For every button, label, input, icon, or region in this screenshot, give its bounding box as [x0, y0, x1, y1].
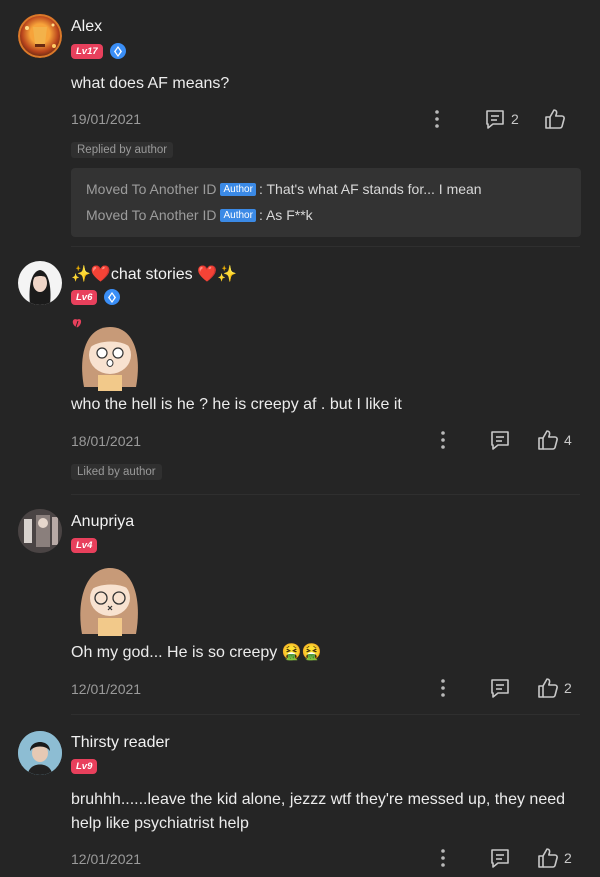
reply-preview-box[interactable]: Moved To Another ID Author : That's what…	[71, 168, 581, 237]
reply-text: : As F**k	[258, 207, 313, 223]
comment-text: bruhhh......leave the kid alone, jezzz w…	[71, 791, 566, 832]
more-vertical-icon[interactable]	[436, 430, 450, 450]
like-button[interactable]: 2	[536, 676, 572, 700]
avatar-photo-image	[18, 509, 62, 553]
avatar[interactable]	[18, 14, 62, 58]
replied-by-author-tag: Replied by author	[71, 142, 174, 158]
avatar-lantern-image	[18, 14, 62, 58]
verified-icon	[109, 43, 126, 59]
like-count: 4	[564, 432, 572, 448]
comment-count: 2	[511, 111, 519, 127]
reply-author-name[interactable]: Moved To Another ID	[86, 181, 216, 197]
avatar-girl-image	[29, 270, 51, 305]
comment-date: 12/01/2021	[71, 681, 142, 697]
like-button[interactable]	[543, 107, 567, 131]
comment-item: Alex Lv17 what does AF means? 19/01/2021…	[0, 0, 600, 247]
avatar[interactable]	[18, 261, 62, 305]
level-badge: Lv4	[71, 538, 98, 553]
thumbs-up-icon	[536, 676, 560, 700]
comment-item: Thirsty reader Lv9 bruhhh......leave the…	[0, 715, 600, 877]
username[interactable]: Thirsty reader	[71, 734, 170, 752]
more-vertical-icon[interactable]	[436, 678, 450, 698]
reply-item: Moved To Another ID Author : That's what…	[86, 181, 482, 197]
comment-icon	[484, 108, 506, 130]
level-badge: Lv17	[71, 43, 103, 59]
reply-author-name[interactable]: Moved To Another ID	[86, 207, 216, 223]
comment-item: ✨❤️chat stories ❤️✨ Lv6 who the hell is …	[0, 247, 600, 495]
badge-row: Lv4	[71, 538, 98, 553]
username[interactable]: ✨❤️chat stories ❤️✨	[71, 264, 237, 284]
comment-button[interactable]: 2	[484, 108, 519, 130]
thumbs-up-icon	[536, 428, 560, 452]
comment-text: who the hell is he ? he is creepy af . b…	[71, 396, 402, 413]
comment-icon	[489, 429, 511, 451]
comment-text: what does AF means?	[71, 75, 230, 92]
avatar[interactable]	[18, 731, 62, 775]
more-vertical-icon[interactable]	[436, 848, 450, 868]
liked-by-author-tag: Liked by author	[71, 464, 162, 480]
author-badge: Author	[220, 208, 256, 222]
thumbs-up-icon	[536, 846, 560, 870]
reply-text: : That's what AF stands for... I mean	[258, 181, 482, 197]
like-count: 2	[564, 850, 572, 866]
comment-item: Anupriya Lv4 Oh my god... He is so creep…	[0, 495, 600, 715]
comment-button[interactable]	[489, 847, 511, 869]
thumbs-up-icon	[543, 107, 567, 131]
level-badge: Lv6	[71, 289, 98, 305]
reply-item: Moved To Another ID Author : As F**k	[86, 207, 313, 223]
verified-icon	[104, 289, 121, 305]
comment-date: 18/01/2021	[71, 433, 142, 449]
more-vertical-icon[interactable]	[430, 109, 444, 129]
avatar-boy-image	[18, 731, 62, 775]
comment-button[interactable]	[489, 677, 511, 699]
like-button[interactable]: 4	[536, 428, 572, 452]
author-badge: Author	[220, 182, 256, 196]
username[interactable]: Anupriya	[71, 513, 134, 531]
avatar[interactable]	[18, 509, 62, 553]
level-badge: Lv9	[71, 759, 98, 774]
like-count: 2	[564, 680, 572, 696]
badge-row: Lv6	[71, 289, 121, 305]
comment-text: Oh my god... He is so creepy 🤮🤮	[71, 644, 322, 661]
badge-row: Lv17	[71, 43, 126, 59]
username[interactable]: Alex	[71, 18, 102, 36]
comment-icon	[489, 847, 511, 869]
sticker-image	[74, 564, 144, 636]
comment-date: 12/01/2021	[71, 851, 142, 867]
comment-icon	[489, 677, 511, 699]
comment-date: 19/01/2021	[71, 111, 142, 127]
like-button[interactable]: 2	[536, 846, 572, 870]
comment-button[interactable]	[489, 429, 511, 451]
badge-row: Lv9	[71, 759, 98, 774]
sticker-image	[70, 315, 146, 391]
